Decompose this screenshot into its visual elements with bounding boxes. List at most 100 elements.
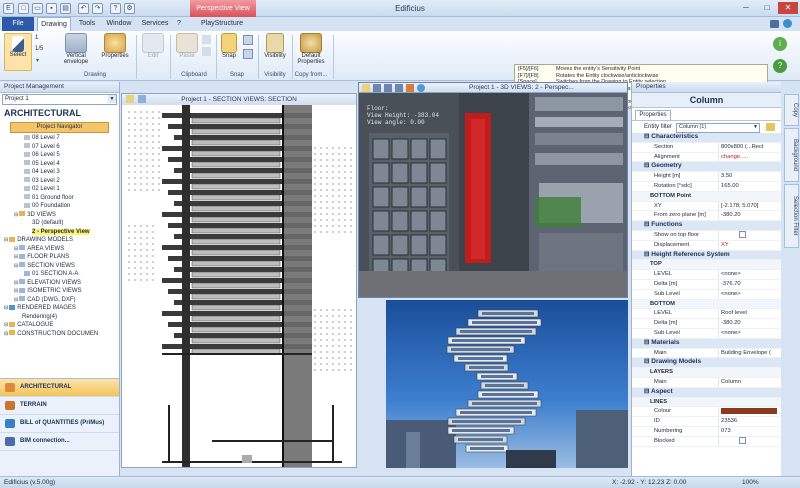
visibility-button[interactable]: Visibility [261,33,289,59]
expand-icon[interactable]: ⊟ [14,254,18,260]
print-icon[interactable]: ▤ [60,3,71,14]
tree-item[interactable]: ⊟ 3D VIEWS [0,211,119,220]
edit-button[interactable]: Edit [140,33,166,59]
open-icon[interactable]: ▭ [32,3,43,14]
tab-tools[interactable]: Tools [74,17,100,31]
tree-item[interactable]: 01 SECTION A-A [0,270,119,279]
tab-playstructure[interactable]: PlayStructure [194,17,250,31]
snap-grid-icon[interactable] [243,35,253,45]
expand-icon[interactable]: ⊟ [4,331,8,337]
property-row[interactable]: ID 23536 [632,417,781,427]
tree-item[interactable]: 3D (default) [0,219,119,228]
tree-item[interactable]: ⊟ AREA VIEWS [0,245,119,254]
snap-button[interactable]: Snap [219,33,239,59]
properties-button[interactable]: Properties [98,33,132,59]
minimize-button[interactable]: ─ [736,2,756,14]
tree-item[interactable]: ⊟ SECTION VIEWS [0,262,119,271]
checkbox[interactable] [739,436,746,444]
expand-icon[interactable]: ⊟ [4,305,8,311]
tab-selection-filter[interactable]: Selection Filter [784,184,799,248]
property-row[interactable]: Colour [632,407,781,418]
property-row[interactable]: Main Column [632,377,781,388]
colour-swatch[interactable] [721,407,777,414]
zoom-icon[interactable] [395,84,403,92]
tree-item[interactable]: 00 Foundation [0,202,119,211]
property-row[interactable]: Displacement XY [632,240,781,251]
view-settings-icon[interactable] [138,95,146,103]
project-select[interactable]: Project 1 ▼ [2,94,117,105]
cut-icon[interactable] [202,35,211,44]
property-row[interactable]: Sub Level <none> [632,328,781,339]
property-row[interactable]: Sub Level <none> [632,289,781,300]
property-row[interactable]: LEVEL <none> [632,270,781,280]
tab-help[interactable]: ? [174,17,184,31]
entity-filter-select[interactable]: Column (1) ▼ [676,123,760,133]
scroll-handle[interactable] [242,455,252,463]
tree-item[interactable]: 2 - Perspective View [0,228,119,237]
tree-item[interactable]: ⊟ ELEVATION VIEWS [0,279,119,288]
3d-view-window[interactable]: Project 1 - 3D VIEWS: 2 - Perspec... Flo… [358,82,628,298]
module-item[interactable]: TERRAIN [0,397,119,415]
copy-icon[interactable] [202,47,211,56]
tree-item[interactable]: ⊟ CATALOGUE [0,321,119,330]
undo-icon[interactable]: ↶ [78,3,89,14]
tree-item[interactable]: ⊟ DRAWING MODELS [0,236,119,245]
expand-icon[interactable]: ⊟ [14,212,18,218]
property-section[interactable]: ⊟ Drawing Models [632,358,781,369]
property-section[interactable]: LINES [632,397,781,408]
property-section[interactable]: ⊟ Height Reference System [632,250,781,261]
expand-icon[interactable]: ⊟ [14,288,18,294]
property-section[interactable]: BOTTOM [632,299,781,310]
select-button[interactable]: Select [4,33,32,71]
property-row[interactable]: Alignment change..... [632,152,781,163]
tree-item[interactable]: 01 Ground floor [0,194,119,203]
property-row[interactable]: Rotation [°sdc] 165.00 [632,181,781,192]
property-row[interactable]: Show on top floor [632,230,781,241]
tree-item[interactable]: 06 Level 5 [0,151,119,160]
tree-item[interactable]: 02 Level 1 [0,185,119,194]
property-section[interactable]: ⊟ Characteristics [632,133,781,143]
property-section[interactable]: ⊟ Materials [632,338,781,349]
tab-background[interactable]: Background [784,128,799,182]
save-icon[interactable]: ▪ [46,3,57,14]
tab-window[interactable]: Window [104,17,134,31]
module-item[interactable]: BILL of QUANTITIES (PriMus) [0,415,119,433]
property-row[interactable]: Main Building Envelope ( [632,348,781,359]
property-row[interactable]: Delta [m] -380.20 [632,319,781,329]
tab-properties[interactable]: Properties [635,110,671,120]
tab-drawing[interactable]: Drawing [37,17,71,31]
info-icon[interactable] [783,19,792,28]
snap-point-icon[interactable] [243,49,253,59]
module-item[interactable]: ARCHITECTURAL [0,379,119,397]
project-navigator-header[interactable]: Project Navigator [10,122,109,133]
property-row[interactable]: Height [m] 3.50 [632,172,781,182]
property-row[interactable]: XY [-2.178; 5.070] [632,201,781,212]
checkbox[interactable] [739,230,746,238]
property-section[interactable]: BOTTOM Point [632,191,781,202]
paste-button[interactable]: Paste [174,33,200,59]
expand-icon[interactable]: ⊟ [14,280,18,286]
tree-item[interactable]: 04 Level 3 [0,168,119,177]
tree-item[interactable]: Rendering(4) [0,313,119,322]
property-section[interactable]: ⊟ Aspect [632,387,781,398]
support-icon[interactable]: ? [773,59,787,73]
expand-icon[interactable]: ⊟ [14,246,18,252]
expand-icon[interactable]: ⊟ [14,297,18,303]
tree-item[interactable]: ⊟ FLOOR PLANS [0,253,119,262]
context-tab-perspective-view[interactable]: Perspective View [190,0,256,17]
property-row[interactable]: Numbering 073 [632,426,781,437]
orbit-icon[interactable] [373,84,381,92]
tree-item[interactable]: ⊟ CAD (DWG, DXF) [0,296,119,305]
tab-services[interactable]: Services [138,17,172,31]
property-section[interactable]: ⊟ Functions [632,221,781,231]
property-section[interactable]: ⊟ Geometry [632,162,781,173]
close-button[interactable]: ✕ [778,2,798,14]
tree-item[interactable]: ⊟ CONSTRUCTION DOCUMEN [0,330,119,339]
redo-icon[interactable]: ↷ [92,3,103,14]
app-icon[interactable]: E [3,3,14,14]
filter-icon[interactable] [766,123,775,131]
ribbon-minimize-icon[interactable] [770,20,779,28]
status-zoom[interactable]: 100% [742,477,759,488]
vertical-envelope-button[interactable]: Vertical envelope [58,33,94,65]
tab-file[interactable]: File [2,17,34,31]
